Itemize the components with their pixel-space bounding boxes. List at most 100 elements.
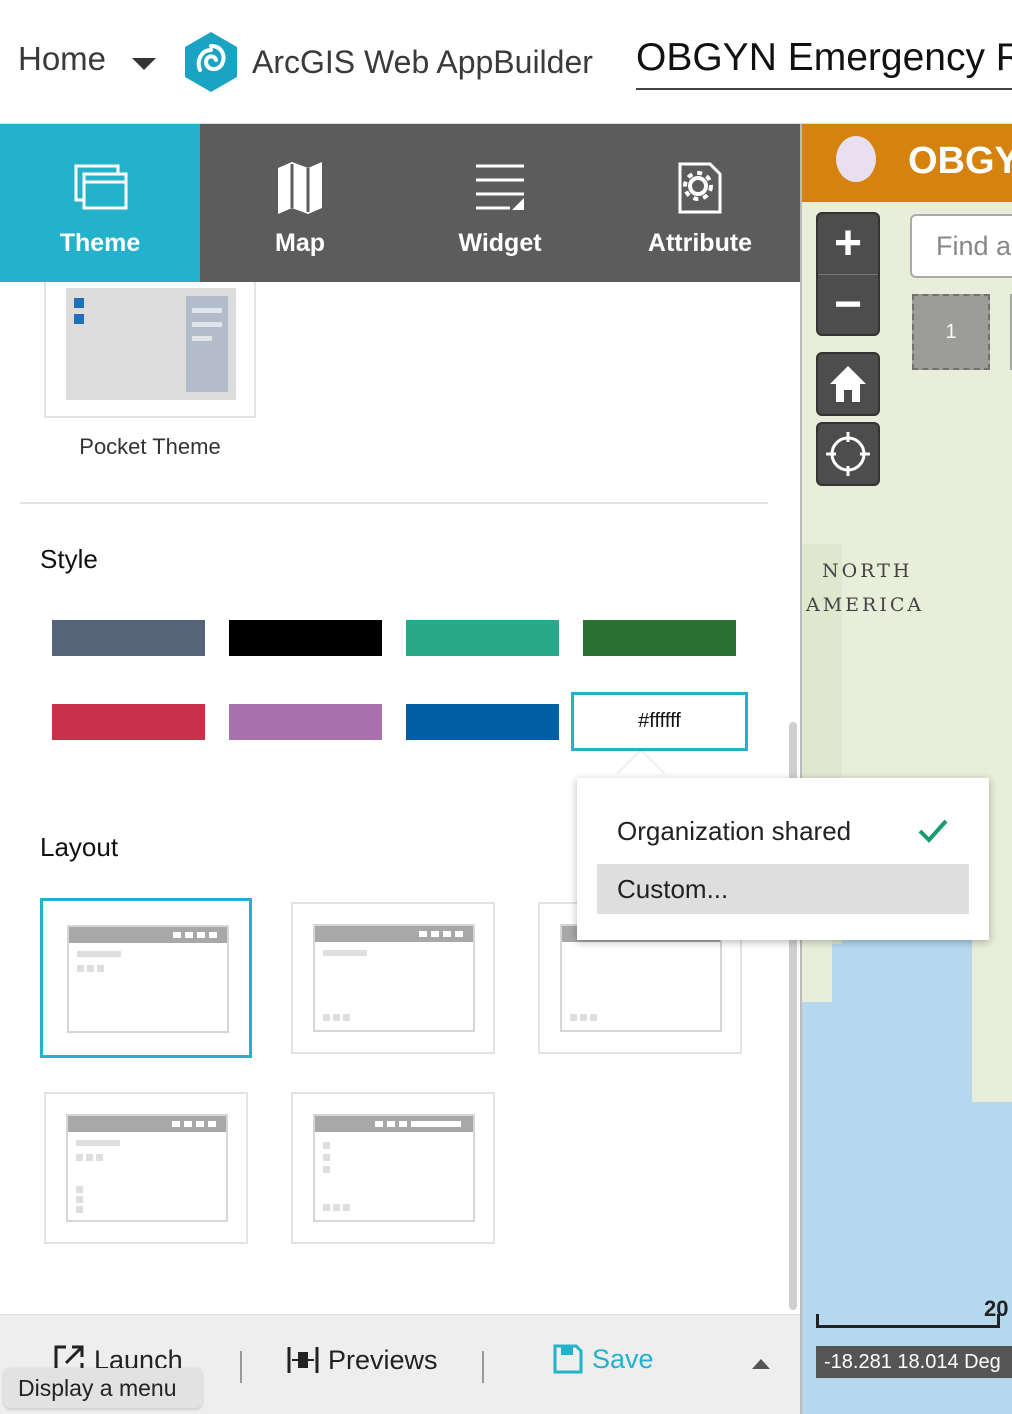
locate-icon xyxy=(826,432,870,476)
layout-square xyxy=(570,1014,577,1021)
app-header: Home ArcGIS Web AppBuilder OBGYN Emergen… xyxy=(0,0,1012,124)
color-source-menu: Organization shared Custom... xyxy=(577,778,989,940)
layout-dot xyxy=(208,1121,216,1127)
layout-square xyxy=(343,1014,350,1021)
builder-tabbar: Theme Map Widget Attribute xyxy=(0,124,800,282)
layout-option-4[interactable] xyxy=(44,1092,248,1244)
home-extent-button[interactable] xyxy=(816,352,880,416)
layout-dot xyxy=(387,1121,395,1127)
layout-preview xyxy=(67,925,229,1033)
zoom-control: + − xyxy=(816,212,880,336)
layout-square xyxy=(333,1014,340,1021)
layout-heading: Layout xyxy=(40,832,119,862)
coordinate-readout: -18.281 18.014 Deg xyxy=(816,1346,1012,1378)
home-icon xyxy=(830,366,866,402)
layout-dot xyxy=(173,932,181,938)
layout-square xyxy=(96,1154,103,1161)
map-search-input[interactable]: Find a xyxy=(910,214,1012,278)
layout-line xyxy=(76,1140,120,1146)
pocket-theme-card[interactable] xyxy=(44,282,256,418)
widget-icon xyxy=(476,164,524,210)
layout-square xyxy=(76,1186,83,1193)
menu-item-organization-shared[interactable]: Organization shared xyxy=(597,806,969,856)
layout-option-2[interactable] xyxy=(291,902,495,1054)
menu-item-label: Custom... xyxy=(617,874,729,904)
layout-line xyxy=(77,951,121,957)
tooltip: Display a menu xyxy=(4,1368,202,1408)
thumb-line xyxy=(192,322,222,327)
color-swatch[interactable] xyxy=(406,620,559,656)
land-area xyxy=(972,922,1012,1102)
tab-widget[interactable]: Widget xyxy=(400,124,600,282)
color-swatch[interactable] xyxy=(406,704,559,740)
color-swatch[interactable] xyxy=(229,620,382,656)
color-swatch[interactable] xyxy=(52,704,205,740)
attribute-icon xyxy=(678,162,722,214)
layout-preview xyxy=(560,924,722,1032)
checkmark-icon xyxy=(918,819,948,843)
map-preview[interactable]: NORTH AMERICA OBGY + − Find a 1 20 -18.2… xyxy=(800,124,1012,1414)
layout-option-5[interactable] xyxy=(291,1092,495,1244)
section-divider xyxy=(20,502,768,504)
previews-label: Previews xyxy=(328,1344,438,1375)
tab-map[interactable]: Map xyxy=(200,124,400,282)
zoom-out-button[interactable]: − xyxy=(818,274,878,334)
layout-dot xyxy=(443,931,451,937)
save-icon xyxy=(553,1344,583,1374)
tab-theme-label: Theme xyxy=(59,229,141,257)
layout-square xyxy=(323,1014,330,1021)
layout-dot xyxy=(209,932,217,938)
save-options-caret-icon[interactable] xyxy=(752,1359,770,1369)
layout-dot xyxy=(455,931,463,937)
layout-option-1[interactable] xyxy=(40,898,252,1058)
layout-square xyxy=(76,1196,83,1203)
pocket-theme-thumbnail xyxy=(66,288,236,400)
app-title-input[interactable]: OBGYN Emergency R xyxy=(636,36,1012,90)
color-swatch[interactable] xyxy=(229,704,382,740)
thumb-line xyxy=(192,308,222,313)
footer-separator xyxy=(240,1351,242,1383)
layout-line xyxy=(323,950,367,956)
layout-dot xyxy=(411,1121,461,1127)
color-swatch[interactable] xyxy=(52,620,205,656)
layout-square xyxy=(86,1154,93,1161)
home-link[interactable]: Home xyxy=(18,40,106,78)
zoom-in-button[interactable]: + xyxy=(818,214,878,274)
tab-widget-label: Widget xyxy=(458,229,542,257)
layout-preview xyxy=(313,1114,475,1222)
widget-placeholder-1[interactable]: 1 xyxy=(912,294,990,370)
tab-attribute[interactable]: Attribute xyxy=(600,124,800,282)
layout-dot xyxy=(375,1121,383,1127)
custom-color-swatch[interactable]: #ffffff xyxy=(571,692,748,751)
map-app-title: OBGY xyxy=(908,140,1012,182)
menu-item-label: Organization shared xyxy=(617,816,852,846)
map-label-north: NORTH xyxy=(822,560,913,582)
layout-square xyxy=(76,1154,83,1161)
previews-button[interactable]: Previews xyxy=(286,1343,438,1377)
layout-header-bar xyxy=(315,1116,473,1132)
layout-square xyxy=(343,1204,350,1211)
layout-dot xyxy=(197,932,205,938)
map-icon xyxy=(278,162,322,214)
save-button[interactable]: Save xyxy=(552,1343,654,1375)
menu-item-custom[interactable]: Custom... xyxy=(597,864,969,914)
layout-dot xyxy=(419,931,427,937)
layout-square xyxy=(333,1204,340,1211)
layout-square xyxy=(590,1014,597,1021)
home-dropdown-caret-icon[interactable] xyxy=(132,58,156,70)
layout-square xyxy=(76,1206,83,1213)
layout-square xyxy=(323,1166,330,1173)
thumb-sidepanel xyxy=(186,296,228,392)
tab-theme[interactable]: Theme xyxy=(0,124,200,282)
color-swatch[interactable] xyxy=(583,620,736,656)
pocket-theme-label: Pocket Theme xyxy=(79,434,221,459)
tab-map-label: Map xyxy=(275,229,325,257)
save-label: Save xyxy=(592,1343,654,1374)
thumb-square xyxy=(74,314,84,324)
organization-logo-icon xyxy=(836,136,876,182)
footer-separator xyxy=(482,1351,484,1383)
my-location-button[interactable] xyxy=(816,422,880,486)
arcgis-logo-icon xyxy=(185,32,237,92)
layout-preview xyxy=(313,924,475,1032)
layout-header-bar xyxy=(315,926,473,942)
